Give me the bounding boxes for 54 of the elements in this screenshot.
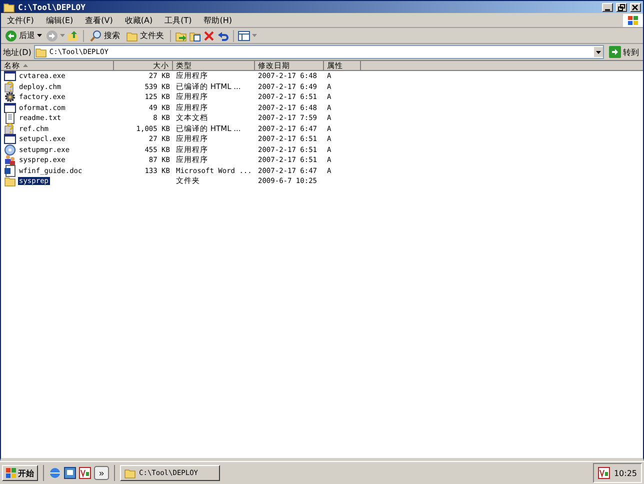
menu-item[interactable]: 帮助(H) bbox=[198, 14, 238, 26]
arrow-icon bbox=[609, 46, 621, 58]
dropdown-button[interactable] bbox=[594, 47, 603, 57]
windows-logo bbox=[623, 14, 643, 26]
grid-icon[interactable] bbox=[238, 30, 250, 42]
more-button[interactable]: » bbox=[94, 466, 110, 480]
text-file-icon bbox=[4, 112, 16, 124]
go-button[interactable]: 转到 bbox=[607, 45, 641, 59]
folder-icon bbox=[3, 1, 15, 13]
folder-icon bbox=[4, 175, 16, 188]
people-icon bbox=[4, 154, 16, 166]
disc-icon bbox=[4, 144, 16, 156]
close-button[interactable] bbox=[630, 2, 641, 12]
restore-icon bbox=[617, 4, 626, 10]
close-icon[interactable] bbox=[203, 30, 215, 42]
globe-icon[interactable] bbox=[49, 467, 61, 479]
folder-icon bbox=[124, 467, 136, 479]
menu-item[interactable]: 文件(F) bbox=[1, 14, 40, 26]
address-label: 地址(D) bbox=[3, 46, 32, 58]
dropdown-arrow-icon bbox=[252, 34, 257, 37]
menu-item[interactable]: 查看(V) bbox=[79, 14, 119, 26]
dropdown-arrow-icon bbox=[60, 34, 65, 37]
search-icon bbox=[90, 30, 102, 42]
window-icon bbox=[4, 70, 16, 82]
window-icon bbox=[4, 102, 16, 114]
start-button[interactable]: 开始 bbox=[2, 465, 38, 481]
menu-item[interactable]: 收藏(A) bbox=[118, 14, 159, 26]
window-title: C:\Tool\DEPLOY bbox=[18, 2, 86, 12]
gear-icon bbox=[4, 91, 16, 104]
toolbar-button[interactable]: 后退 bbox=[3, 28, 44, 42]
toolbar-button[interactable]: 搜索 bbox=[88, 28, 122, 42]
help-icon bbox=[4, 80, 16, 93]
menu-item[interactable]: 编辑(E) bbox=[40, 14, 80, 26]
help-icon bbox=[4, 122, 16, 135]
app-icon[interactable] bbox=[79, 467, 91, 479]
clock: 10:25 bbox=[614, 468, 637, 478]
menu-item[interactable]: 工具(T) bbox=[158, 14, 198, 26]
folder-icon bbox=[35, 46, 48, 58]
dropdown-arrow-icon bbox=[37, 34, 42, 37]
back-arrow-icon bbox=[5, 30, 17, 42]
restore-button[interactable] bbox=[616, 2, 627, 12]
undo-icon[interactable] bbox=[217, 30, 229, 42]
window-icon bbox=[4, 133, 16, 146]
dropdown-arrow-icon bbox=[596, 50, 601, 54]
minimize-button[interactable] bbox=[602, 2, 613, 12]
folder-copy-icon[interactable] bbox=[189, 30, 201, 42]
app-icon[interactable] bbox=[598, 467, 610, 479]
folder-icon bbox=[126, 30, 138, 42]
word-document-icon bbox=[4, 164, 16, 177]
close-icon bbox=[631, 4, 640, 10]
sort-arrow-icon bbox=[23, 64, 28, 67]
windows-logo bbox=[6, 468, 16, 478]
toolbar-button[interactable]: 文件夹 bbox=[124, 28, 166, 42]
desktop-icon[interactable] bbox=[64, 467, 76, 479]
